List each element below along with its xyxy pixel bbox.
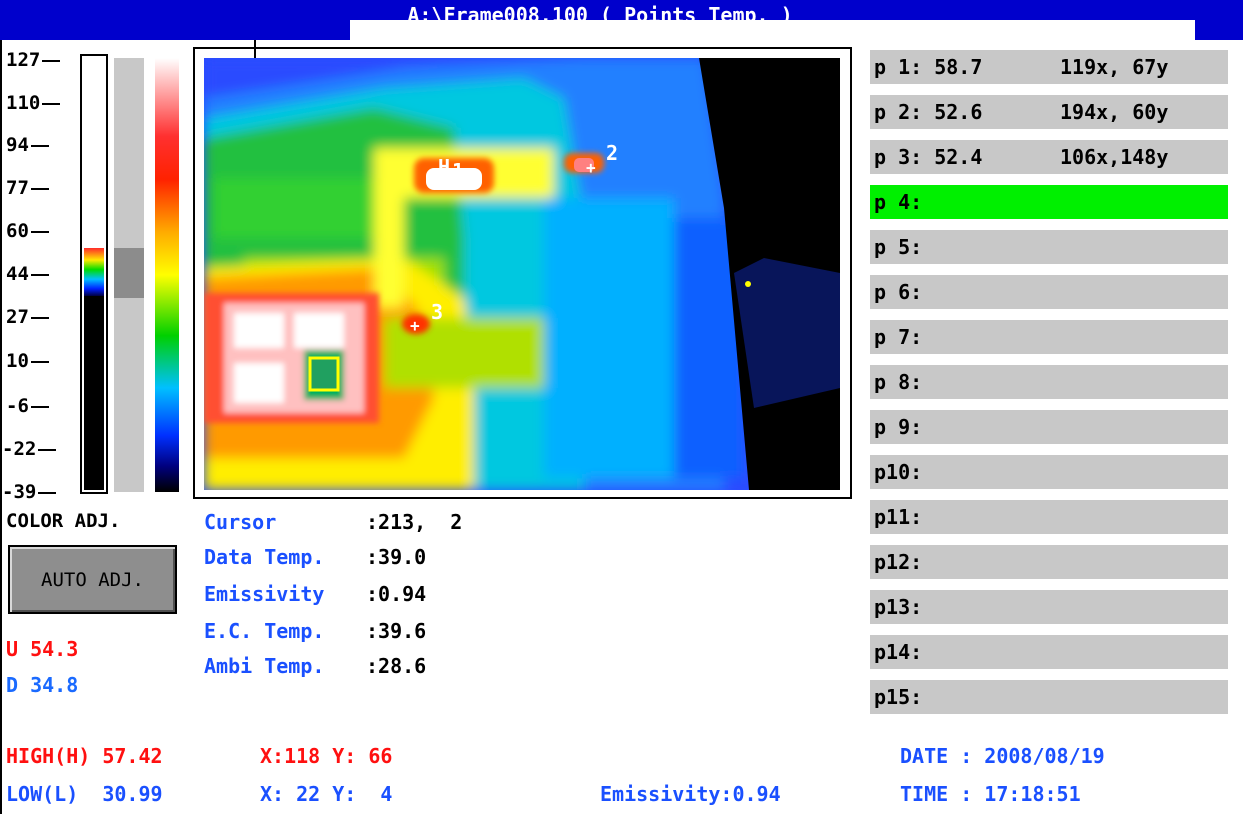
- cursor-value: :213, 2: [366, 510, 463, 534]
- point-row-12[interactable]: p12:: [870, 545, 1228, 579]
- ec-temp-value: :39.6: [366, 619, 427, 643]
- upper-level-value: U 54.3: [6, 637, 79, 661]
- level-bar-lower: [84, 296, 104, 490]
- crosshair-icon: +: [410, 316, 420, 335]
- data-temp-info: Data Temp. :39.0: [204, 545, 426, 569]
- point-row-9[interactable]: p 9:: [870, 410, 1228, 444]
- title-area: [350, 20, 1195, 40]
- point-row-10[interactable]: p10:: [870, 455, 1228, 489]
- range-slider-handle[interactable]: [114, 248, 144, 298]
- ec-temp-label: E.C. Temp.: [204, 619, 325, 643]
- emissivity-label: Emissivity: [204, 582, 325, 606]
- window-title: A:\Frame008.100 ( Points Temp. ): [407, 3, 793, 20]
- cursor-tick: [254, 40, 256, 60]
- scale-tick: -22: [2, 438, 57, 460]
- scale-tick: -6: [6, 395, 49, 417]
- crosshair-icon: +: [586, 158, 596, 177]
- footer-emissivity: Emissivity:0.94: [600, 782, 781, 806]
- thermal-image[interactable]: [204, 58, 840, 490]
- point-row-14[interactable]: p14:: [870, 635, 1228, 669]
- scale-tick: 127: [6, 49, 61, 71]
- time-value: TIME : 17:18:51: [900, 782, 1081, 806]
- scale-tick: -39: [2, 481, 57, 503]
- point-marker-2: 2: [606, 141, 619, 165]
- scale-tick: 110: [6, 92, 61, 114]
- ec-temp-info: E.C. Temp. :39.6: [204, 619, 426, 643]
- scale-tick: 44: [6, 263, 49, 285]
- data-temp-value: :39.0: [366, 545, 427, 569]
- emissivity-info: Emissivity :0.94: [204, 582, 426, 606]
- scale-tick: 10: [6, 350, 49, 372]
- point-row-7[interactable]: p 7:: [870, 320, 1228, 354]
- ambi-temp-value: :28.6: [366, 654, 427, 678]
- emissivity-value: :0.94: [366, 582, 427, 606]
- scale-tick: 77: [6, 177, 49, 199]
- high-temp-value: HIGH(H) 57.42: [6, 744, 163, 768]
- point-row-15[interactable]: p15:: [870, 680, 1228, 714]
- point-row-1[interactable]: p 1: 58.7 119x, 67y: [870, 50, 1228, 84]
- scale-tick: 60: [6, 220, 49, 242]
- point-row-6[interactable]: p 6:: [870, 275, 1228, 309]
- point-marker-3: 3: [431, 300, 444, 324]
- cursor-info: Cursor :213, 2: [204, 510, 462, 534]
- window-border: [0, 40, 2, 814]
- scale-tick: 94: [6, 134, 49, 156]
- scale-tick: 27: [6, 306, 49, 328]
- data-temp-label: Data Temp.: [204, 545, 325, 569]
- color-palette: [155, 58, 179, 492]
- low-temp-value: LOW(L) 30.99: [6, 782, 163, 806]
- ambi-temp-info: Ambi Temp. :28.6: [204, 654, 426, 678]
- date-value: DATE : 2008/08/19: [900, 744, 1105, 768]
- point-row-5[interactable]: p 5:: [870, 230, 1228, 264]
- level-bar-colors: [84, 248, 104, 296]
- high-temp-coords: X:118 Y: 66: [260, 744, 393, 768]
- auto-adj-button[interactable]: AUTO ADJ.: [8, 545, 177, 614]
- color-adj-label: COLOR ADJ.: [6, 510, 121, 532]
- ambi-temp-label: Ambi Temp.: [204, 654, 325, 678]
- low-temp-coords: X: 22 Y: 4: [260, 782, 393, 806]
- point-row-4[interactable]: p 4:: [870, 185, 1228, 219]
- point-row-3[interactable]: p 3: 52.4 106x,148y: [870, 140, 1228, 174]
- lower-level-value: D 34.8: [6, 673, 79, 697]
- crosshair-icon: +: [436, 174, 446, 193]
- point-row-8[interactable]: p 8:: [870, 365, 1228, 399]
- point-row-11[interactable]: p11:: [870, 500, 1228, 534]
- point-row-13[interactable]: p13:: [870, 590, 1228, 624]
- point-marker-1: 1: [452, 159, 465, 183]
- point-row-2[interactable]: p 2: 52.6 194x, 60y: [870, 95, 1228, 129]
- cursor-label: Cursor: [204, 510, 277, 534]
